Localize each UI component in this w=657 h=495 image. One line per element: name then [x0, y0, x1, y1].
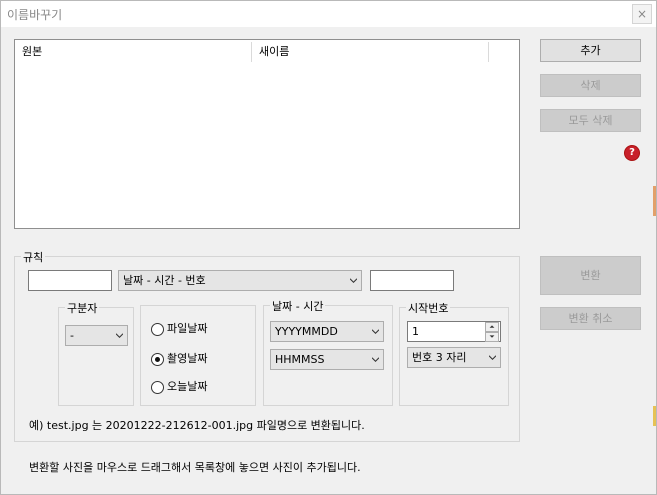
chevron-up-icon [489, 325, 495, 328]
convert-button[interactable]: 변환 [540, 256, 641, 295]
digits-select-value: 번호 3 자리 [412, 351, 467, 364]
date-format-select[interactable]: YYYYMMDD [270, 321, 384, 342]
radio-indicator [151, 380, 164, 394]
help-icon[interactable]: ? [625, 146, 639, 160]
suffix-input[interactable] [370, 270, 454, 291]
radio-label: 오늘날짜 [167, 380, 208, 393]
datetime-group-label: 날짜 - 시간 [270, 298, 326, 314]
column-header-original[interactable]: 원본 [15, 40, 251, 64]
radio-today-date[interactable]: 오늘날짜 [151, 379, 207, 395]
delete-all-button[interactable]: 모두 삭제 [540, 109, 641, 132]
example-text: 예) test.jpg 는 20201222-212612-001.jpg 파일… [29, 419, 365, 432]
column-header-new-name[interactable]: 새이름 [252, 40, 488, 64]
radio-indicator [151, 322, 164, 336]
separator-select[interactable]: - [65, 325, 128, 346]
pattern-select-value: 날짜 - 시간 - 번호 [123, 274, 206, 287]
add-button[interactable]: 추가 [540, 39, 641, 62]
footer-hint: 변환할 사진을 마우스로 드래그해서 목록창에 놓으면 사진이 추가됩니다. [29, 461, 361, 474]
chevron-down-icon [372, 357, 379, 362]
radio-label: 촬영날짜 [167, 352, 208, 365]
window-title: 이름바꾸기 [7, 8, 63, 22]
column-separator[interactable] [488, 42, 489, 62]
radio-shot-date[interactable]: 촬영날짜 [151, 351, 207, 367]
list-header: 원본 새이름 [15, 40, 519, 64]
chevron-down-icon [489, 335, 495, 338]
digits-select[interactable]: 번호 3 자리 [407, 347, 501, 368]
date-format-value: YYYYMMDD [275, 325, 338, 338]
spin-down-button[interactable] [485, 332, 499, 342]
chevron-down-icon [116, 333, 123, 338]
prefix-input[interactable] [28, 270, 112, 291]
chevron-down-icon [372, 329, 379, 334]
radio-file-date[interactable]: 파일날짜 [151, 321, 207, 337]
start-number-group-label: 시작번호 [406, 300, 451, 316]
background-window-edge [653, 406, 656, 426]
cancel-convert-button[interactable]: 변환 취소 [540, 307, 641, 330]
title-bar: 이름바꾸기 × [1, 1, 656, 27]
separator-group-label: 구분자 [65, 300, 100, 316]
chevron-down-icon [350, 278, 357, 283]
delete-button[interactable]: 삭제 [540, 74, 641, 97]
rename-dialog: 이름바꾸기 × 원본 새이름 추가 삭제 모두 삭제 ? 변환 변환 취소 규칙… [0, 0, 657, 495]
time-format-value: HHMMSS [275, 353, 325, 366]
file-list[interactable]: 원본 새이름 [14, 39, 520, 229]
time-format-select[interactable]: HHMMSS [270, 349, 384, 370]
close-button[interactable]: × [632, 4, 652, 24]
radio-label: 파일날짜 [167, 322, 208, 335]
spin-up-button[interactable] [485, 322, 499, 332]
rules-group-label: 규칙 [21, 249, 46, 265]
separator-select-value: - [70, 329, 74, 342]
chevron-down-icon [489, 355, 496, 360]
pattern-select[interactable]: 날짜 - 시간 - 번호 [118, 270, 362, 291]
separator-group [58, 307, 134, 406]
radio-indicator [151, 352, 164, 366]
background-window-edge [653, 186, 656, 216]
